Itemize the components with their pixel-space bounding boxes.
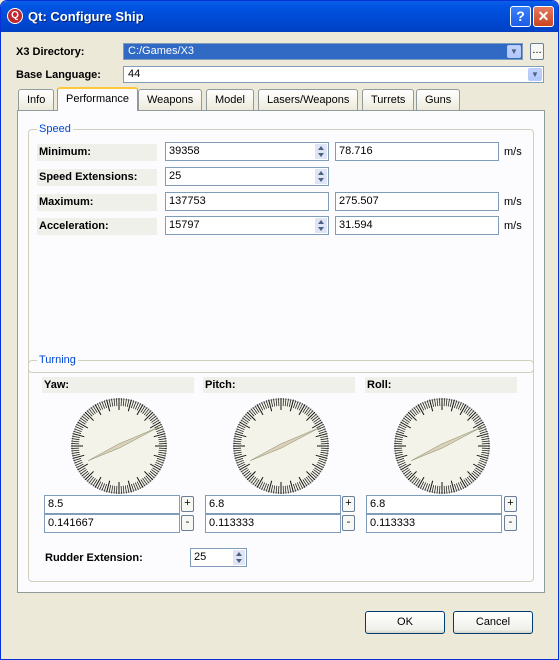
pitch-minus-button[interactable]: - [342,515,355,531]
tab-performance[interactable]: Performance [57,87,138,111]
tab-guns[interactable]: Guns [416,89,461,110]
rudder-extension-label: Rudder Extension: [45,552,143,564]
turning-group-title: Turning [37,354,78,366]
pitch-dial[interactable] [229,394,333,498]
speed-extensions-label: Speed Extensions: [39,171,138,183]
spin-arrows-icon[interactable] [315,218,327,233]
chevron-down-icon[interactable]: ▼ [507,45,521,58]
title-bar[interactable]: Q Qt: Configure Ship ? ✕ [1,1,558,32]
tab-turrets[interactable]: Turrets [362,89,415,110]
tab-weapons[interactable]: Weapons [138,89,203,110]
yaw-converted: 0.141667 [48,517,94,529]
pitch-converted-field[interactable]: 0.113333 [205,514,341,533]
pitch-converted: 0.113333 [209,517,255,529]
pitch-label: Pitch: [203,377,355,393]
spin-arrows-icon[interactable] [315,169,327,184]
roll-value: 6.8 [370,498,386,510]
dialog-window: Q Qt: Configure Ship ? ✕ X3 Directory: C… [0,0,559,660]
x3-directory-combo[interactable]: C:/Games/X3 ▼ [123,43,523,60]
performance-panel: Speed Minimum: 39358 78.716 m/s Speed Ex… [17,110,545,593]
yaw-dial[interactable] [67,394,171,498]
yaw-value: 8.5 [48,498,64,510]
yaw-plus-button[interactable]: + [181,496,194,512]
minimum-unit: m/s [504,146,522,158]
rudder-extension-value: 25 [194,551,207,563]
close-button[interactable]: ✕ [533,6,554,27]
base-language-label: Base Language: [16,69,101,81]
base-language-value: 44 [128,68,141,80]
acceleration-spinbox[interactable]: 15797 [165,216,329,235]
minimum-value: 39358 [169,145,200,157]
spin-arrows-icon[interactable] [233,550,245,565]
maximum-unit: m/s [504,196,522,208]
roll-label: Roll: [365,377,517,393]
minimum-converted-field[interactable]: 78.716 [335,142,499,161]
spin-arrows-icon[interactable] [315,144,327,159]
minimum-label: Minimum: [39,146,91,158]
x3-directory-value: C:/Games/X3 [128,45,195,57]
x3-directory-label: X3 Directory: [16,46,85,58]
acceleration-value: 15797 [169,219,200,231]
speed-group: Speed Minimum: 39358 78.716 m/s Speed Ex… [28,123,534,373]
roll-plus-button[interactable]: + [504,496,517,512]
tab-model[interactable]: Model [206,89,254,110]
pitch-value: 6.8 [209,498,225,510]
minimum-converted: 78.716 [339,145,373,157]
speed-extensions-spinbox[interactable]: 25 [165,167,329,186]
maximum-field[interactable]: 137753 [165,192,329,211]
maximum-converted-field[interactable]: 275.507 [335,192,499,211]
tab-info[interactable]: Info [18,89,55,110]
roll-minus-button[interactable]: - [504,515,517,531]
cancel-button[interactable]: Cancel [453,611,533,634]
roll-converted: 0.113333 [370,517,416,529]
maximum-value: 137753 [169,195,206,207]
yaw-converted-field[interactable]: 0.141667 [44,514,180,533]
chevron-down-icon[interactable]: ▼ [528,68,542,81]
acceleration-unit: m/s [504,220,522,232]
roll-converted-field[interactable]: 0.113333 [366,514,502,533]
browse-button[interactable]: ... [530,43,544,60]
minimum-spinbox[interactable]: 39358 [165,142,329,161]
speed-group-title: Speed [37,123,73,135]
tab-lasers-weapons[interactable]: Lasers/Weapons [258,89,359,110]
acceleration-converted-field[interactable]: 31.594 [335,216,499,235]
pitch-value-field[interactable]: 6.8 [205,495,341,514]
maximum-converted: 275.507 [339,195,379,207]
acceleration-converted: 31.594 [339,219,373,231]
pitch-plus-button[interactable]: + [342,496,355,512]
rudder-extension-spinbox[interactable]: 25 [190,548,247,567]
yaw-minus-button[interactable]: - [181,515,194,531]
maximum-label: Maximum: [39,196,94,208]
roll-value-field[interactable]: 6.8 [366,495,502,514]
qt-icon[interactable]: Q [7,8,23,24]
speed-extensions-value: 25 [169,170,182,182]
help-button[interactable]: ? [510,6,531,27]
acceleration-label: Acceleration: [39,220,109,232]
window-title: Qt: Configure Ship [28,9,144,24]
base-language-combo[interactable]: 44 ▼ [123,66,544,83]
ok-button[interactable]: OK [365,611,445,634]
yaw-label: Yaw: [42,377,194,393]
roll-dial[interactable] [390,394,494,498]
yaw-value-field[interactable]: 8.5 [44,495,180,514]
